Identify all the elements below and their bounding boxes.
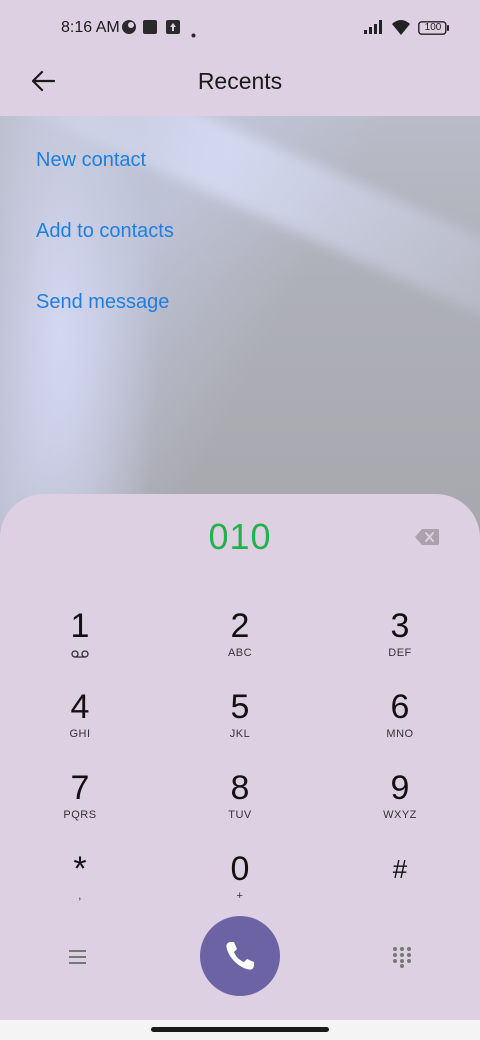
key-7[interactable]: 7 PQRS — [20, 768, 140, 840]
backspace-icon — [414, 529, 440, 550]
key-digit: 8 — [230, 769, 250, 807]
page-title: Recents — [197, 68, 283, 94]
key-letters: JKL — [229, 728, 251, 740]
key-3[interactable]: 3 DEF — [340, 606, 460, 678]
menu-button[interactable] — [68, 949, 88, 965]
key-digit: * — [73, 850, 87, 888]
key-0[interactable]: 0 + — [180, 849, 300, 921]
contact-background: New contact Add to contacts Send message — [0, 116, 480, 536]
status-time: 8:16 AM — [61, 19, 120, 36]
hamburger-menu-icon — [68, 950, 88, 969]
upload-icon — [165, 19, 181, 40]
key-digit: # — [392, 854, 408, 884]
square-app-icon — [142, 19, 158, 40]
home-indicator[interactable] — [151, 1027, 329, 1032]
signal-icon — [364, 20, 386, 39]
key-8[interactable]: 8 TUV — [180, 768, 300, 840]
key-digit: 9 — [390, 769, 410, 807]
key-letters: DEF — [388, 647, 412, 659]
key-letters: WXYZ — [383, 809, 417, 821]
dialpad-sheet: 010 1 2 ABC 3 DEF 4 GHI 5 JKL 6 MNO 7 PQ… — [0, 494, 480, 1020]
key-6[interactable]: 6 MNO — [340, 687, 460, 759]
key-letters: + — [236, 890, 244, 902]
call-button[interactable] — [200, 916, 280, 996]
navigation-bar — [0, 1020, 480, 1040]
new-contact-link[interactable]: New contact — [36, 149, 146, 172]
key-1[interactable]: 1 — [20, 606, 140, 678]
key-hash[interactable]: # — [340, 849, 460, 921]
key-star[interactable]: * , — [20, 849, 140, 921]
key-digit: 3 — [390, 607, 410, 645]
key-digit: 1 — [70, 607, 90, 645]
status-bar: 8:16 AM 100 — [0, 0, 480, 56]
app-bar: Recents — [0, 56, 480, 116]
dialed-number: 010 — [208, 516, 272, 557]
key-digit: 6 — [390, 688, 410, 726]
key-9[interactable]: 9 WXYZ — [340, 768, 460, 840]
key-digit: 7 — [70, 769, 90, 807]
backspace-button[interactable] — [414, 528, 440, 546]
key-digit: 0 — [230, 850, 250, 888]
key-letters: GHI — [69, 728, 91, 740]
key-2[interactable]: 2 ABC — [180, 606, 300, 678]
key-letters: MNO — [386, 728, 414, 740]
key-4[interactable]: 4 GHI — [20, 687, 140, 759]
voicemail-icon — [20, 646, 140, 660]
send-message-link[interactable]: Send message — [36, 291, 169, 314]
key-letters: ABC — [227, 647, 253, 659]
key-letters: , — [78, 890, 82, 902]
battery-level: 100 — [424, 22, 442, 33]
dialpad-grid-icon — [392, 947, 412, 972]
add-to-contacts-link[interactable]: Add to contacts — [36, 220, 174, 243]
key-letters: PQRS — [63, 809, 97, 821]
key-letters: TUV — [228, 809, 252, 821]
key-digit: 2 — [230, 607, 250, 645]
more-dot-icon — [191, 25, 196, 43]
notification-dot-icon — [121, 19, 137, 40]
key-digit: 4 — [70, 688, 90, 726]
wifi-icon — [390, 18, 412, 41]
key-5[interactable]: 5 JKL — [180, 687, 300, 759]
dialpad-toggle-button[interactable] — [392, 946, 412, 968]
key-digit: 5 — [230, 688, 250, 726]
